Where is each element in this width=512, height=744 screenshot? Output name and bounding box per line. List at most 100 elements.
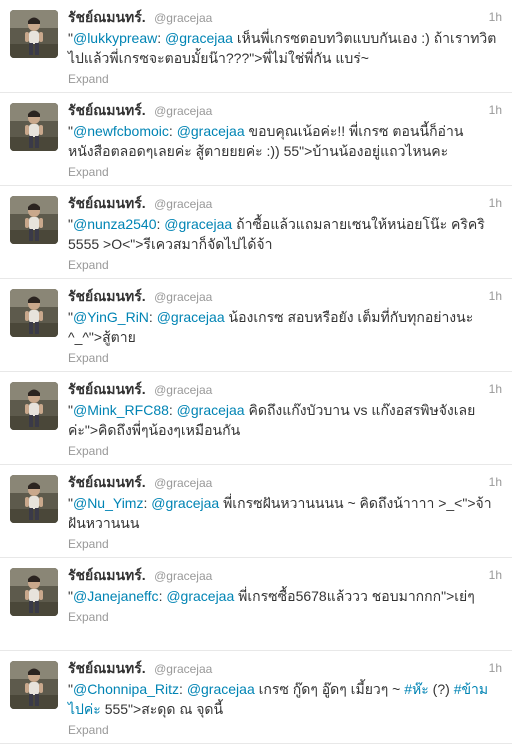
tweet-timeline: รัชย์ณมนทร์. @gracejaa 1h "@lukkypreaw: … bbox=[0, 0, 512, 744]
author-username[interactable]: @gracejaa bbox=[154, 104, 212, 118]
author-username[interactable]: @gracejaa bbox=[154, 476, 212, 490]
mention-link[interactable]: @Chonnipa_Ritz bbox=[73, 681, 179, 697]
mention-link[interactable]: @gracejaa bbox=[164, 216, 232, 232]
avatar[interactable] bbox=[10, 475, 58, 523]
tweet-content: รัชย์ณมนทร์. @gracejaa 1h "@Janejaneffc:… bbox=[68, 566, 502, 625]
mention-link[interactable]: @YinG_RiN bbox=[73, 309, 149, 325]
tweet[interactable]: รัชย์ณมนทร์. @gracejaa 1h "@lukkypreaw: … bbox=[0, 0, 512, 93]
tweet-text: "@Mink_RFC88: @gracejaa คิดถึงแก๊งบัวบาน… bbox=[68, 400, 502, 440]
tweet-text-fragment: พี่เกรซซื้อ5678แล้ววว ชอบมากกก">เย่ๆ bbox=[234, 588, 475, 604]
tweet[interactable]: รัชย์ณมนทร์. @gracejaa 1h "@Janejaneffc:… bbox=[0, 558, 512, 651]
mention-link[interactable]: @Janejaneffc bbox=[73, 588, 159, 604]
tweet-text: "@nunza2540: @gracejaa ถ้าซื้อแล้วแถมลาย… bbox=[68, 214, 502, 254]
author-fullname[interactable]: รัชย์ณมนทร์. bbox=[68, 474, 146, 490]
tweet-header: รัชย์ณมนทร์. @gracejaa 1h bbox=[68, 659, 502, 677]
tweet-text: "@Nu_Yimz: @gracejaa พี่เกรซฝันหวานนนน ~… bbox=[68, 493, 502, 533]
mention-link[interactable]: @Nu_Yimz bbox=[73, 495, 144, 511]
tweet-timestamp[interactable]: 1h bbox=[489, 659, 502, 677]
avatar[interactable] bbox=[10, 568, 58, 616]
expand-link[interactable]: Expand bbox=[68, 536, 502, 552]
mention-link[interactable]: @Mink_RFC88 bbox=[73, 402, 169, 418]
avatar[interactable] bbox=[10, 103, 58, 151]
avatar-photo-icon bbox=[10, 661, 58, 709]
expand-link[interactable]: Expand bbox=[68, 257, 502, 273]
avatar[interactable] bbox=[10, 289, 58, 337]
mention-link[interactable]: @gracejaa bbox=[151, 495, 219, 511]
author-username[interactable]: @gracejaa bbox=[154, 569, 212, 583]
mention-link[interactable]: @lukkypreaw bbox=[73, 30, 157, 46]
expand-link[interactable]: Expand bbox=[68, 609, 502, 625]
expand-link[interactable]: Expand bbox=[68, 350, 502, 366]
tweet-timestamp[interactable]: 1h bbox=[489, 380, 502, 398]
author-username[interactable]: @gracejaa bbox=[154, 662, 212, 676]
avatar-photo-icon bbox=[10, 103, 58, 151]
author-fullname[interactable]: รัชย์ณมนทร์. bbox=[68, 195, 146, 211]
expand-link[interactable]: Expand bbox=[68, 164, 502, 180]
expand-link[interactable]: Expand bbox=[68, 443, 502, 459]
tweet-content: รัชย์ณมนทร์. @gracejaa 1h "@Chonnipa_Rit… bbox=[68, 659, 502, 738]
author-username[interactable]: @gracejaa bbox=[154, 290, 212, 304]
author-fullname[interactable]: รัชย์ณมนทร์. bbox=[68, 567, 146, 583]
author-fullname[interactable]: รัชย์ณมนทร์. bbox=[68, 102, 146, 118]
author-fullname[interactable]: รัชย์ณมนทร์. bbox=[68, 381, 146, 397]
tweet-content: รัชย์ณมนทร์. @gracejaa 1h "@YinG_RiN: @g… bbox=[68, 287, 502, 366]
tweet-text-fragment: : bbox=[148, 309, 157, 325]
tweet[interactable]: รัชย์ณมนทร์. @gracejaa 1h "@nunza2540: @… bbox=[0, 186, 512, 279]
expand-link[interactable]: Expand bbox=[68, 71, 502, 87]
tweet-timestamp[interactable]: 1h bbox=[489, 566, 502, 584]
author-username[interactable]: @gracejaa bbox=[154, 11, 212, 25]
author-fullname[interactable]: รัชย์ณมนทร์. bbox=[68, 9, 146, 25]
tweet-header: รัชย์ณมนทร์. @gracejaa 1h bbox=[68, 473, 502, 491]
mention-link[interactable]: @gracejaa bbox=[177, 123, 245, 139]
tweet-content: รัชย์ณมนทร์. @gracejaa 1h "@nunza2540: @… bbox=[68, 194, 502, 273]
mention-link[interactable]: @gracejaa bbox=[187, 681, 255, 697]
tweet-timestamp[interactable]: 1h bbox=[489, 287, 502, 305]
avatar[interactable] bbox=[10, 382, 58, 430]
tweet[interactable]: รัชย์ณมนทร์. @gracejaa 1h "@Nu_Yimz: @gr… bbox=[0, 465, 512, 558]
hashtag-link[interactable]: #ห๊ะ bbox=[404, 681, 429, 697]
tweet-text-fragment: : bbox=[168, 123, 177, 139]
author-fullname[interactable]: รัชย์ณมนทร์. bbox=[68, 660, 146, 676]
tweet-text-fragment: : bbox=[168, 402, 177, 418]
avatar-photo-icon bbox=[10, 196, 58, 244]
avatar-photo-icon bbox=[10, 289, 58, 337]
mention-link[interactable]: @nunza2540 bbox=[73, 216, 157, 232]
tweet-text-fragment: 555">สะดุด ณ จุดนี้ bbox=[100, 701, 224, 717]
tweet-text-fragment: : bbox=[157, 30, 166, 46]
mention-link[interactable]: @gracejaa bbox=[166, 588, 234, 604]
tweet-header: รัชย์ณมนทร์. @gracejaa 1h bbox=[68, 8, 502, 26]
avatar-photo-icon bbox=[10, 382, 58, 430]
tweet-text: "@Chonnipa_Ritz: @gracejaa เกรซ กู๊ดๆ อู… bbox=[68, 679, 502, 719]
expand-link[interactable]: Expand bbox=[68, 722, 502, 738]
tweet-text: "@Janejaneffc: @gracejaa พี่เกรซซื้อ5678… bbox=[68, 586, 502, 606]
tweet-content: รัชย์ณมนทร์. @gracejaa 1h "@Mink_RFC88: … bbox=[68, 380, 502, 459]
tweet-header: รัชย์ณมนทร์. @gracejaa 1h bbox=[68, 380, 502, 398]
tweet-content: รัชย์ณมนทร์. @gracejaa 1h "@newfcbomoic:… bbox=[68, 101, 502, 180]
mention-link[interactable]: @gracejaa bbox=[157, 309, 225, 325]
avatar[interactable] bbox=[10, 196, 58, 244]
avatar-photo-icon bbox=[10, 10, 58, 58]
author-username[interactable]: @gracejaa bbox=[154, 197, 212, 211]
mention-link[interactable]: @gracejaa bbox=[177, 402, 245, 418]
avatar[interactable] bbox=[10, 661, 58, 709]
tweet[interactable]: รัชย์ณมนทร์. @gracejaa 1h "@Chonnipa_Rit… bbox=[0, 651, 512, 744]
tweet-text: "@lukkypreaw: @gracejaa เห็นพี่เกรซตอบทว… bbox=[68, 28, 502, 68]
tweet-text-fragment: เกรซ กู๊ดๆ อู๊ดๆ เมี้ยวๆ ~ bbox=[254, 681, 405, 697]
mention-link[interactable]: @newfcbomoic bbox=[73, 123, 169, 139]
tweet-header: รัชย์ณมนทร์. @gracejaa 1h bbox=[68, 101, 502, 119]
tweet-header: รัชย์ณมนทร์. @gracejaa 1h bbox=[68, 287, 502, 305]
tweet-timestamp[interactable]: 1h bbox=[489, 194, 502, 212]
tweet[interactable]: รัชย์ณมนทร์. @gracejaa 1h "@newfcbomoic:… bbox=[0, 93, 512, 186]
tweet-timestamp[interactable]: 1h bbox=[489, 473, 502, 491]
tweet[interactable]: รัชย์ณมนทร์. @gracejaa 1h "@YinG_RiN: @g… bbox=[0, 279, 512, 372]
tweet-text: "@YinG_RiN: @gracejaa น้องเกรซ สอบหรือยั… bbox=[68, 307, 502, 347]
author-fullname[interactable]: รัชย์ณมนทร์. bbox=[68, 288, 146, 304]
avatar-photo-icon bbox=[10, 475, 58, 523]
tweet-text-fragment: (?) bbox=[428, 681, 454, 697]
tweet-timestamp[interactable]: 1h bbox=[489, 101, 502, 119]
avatar[interactable] bbox=[10, 10, 58, 58]
mention-link[interactable]: @gracejaa bbox=[165, 30, 233, 46]
tweet-timestamp[interactable]: 1h bbox=[489, 8, 502, 26]
author-username[interactable]: @gracejaa bbox=[154, 383, 212, 397]
tweet[interactable]: รัชย์ณมนทร์. @gracejaa 1h "@Mink_RFC88: … bbox=[0, 372, 512, 465]
